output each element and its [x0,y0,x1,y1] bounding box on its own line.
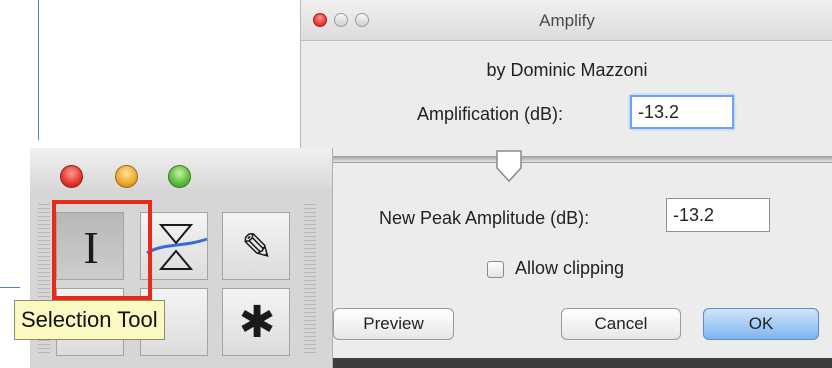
allow-clipping-label[interactable]: Allow clipping [515,258,624,279]
palette-grip-handle[interactable] [304,204,316,354]
amplification-slider-track[interactable] [331,156,832,163]
ok-button[interactable]: OK [703,308,819,340]
dialog-bottom-edge [301,358,832,368]
amplification-input[interactable] [630,95,734,129]
effect-author: by Dominic Mazzoni [486,60,648,80]
palette-titlebar[interactable] [30,148,332,190]
cancel-button[interactable]: Cancel [561,308,681,340]
zoom-window-button[interactable] [168,165,191,188]
amplification-slider-thumb[interactable] [494,148,524,184]
track-divider-line [38,0,39,140]
pencil-tool-icon: ✎ [241,225,273,269]
dialog-title: Amplify [539,11,595,30]
annotation-highlight-box [52,200,152,300]
preview-button[interactable]: Preview [333,308,454,340]
amplify-dialog: Amplify by Dominic Mazzoni Amplification… [300,0,832,368]
track-divider-line [0,287,20,288]
close-window-button[interactable] [60,165,83,188]
pencil-tool-button[interactable]: ✎ [222,212,290,280]
dialog-titlebar[interactable]: Amplify [301,0,832,41]
allow-clipping-checkbox[interactable] [487,261,504,278]
new-peak-label: New Peak Amplitude (dB): [379,208,590,228]
minimize-window-button[interactable] [115,165,138,188]
new-peak-input[interactable] [666,198,770,232]
selection-tool-tooltip: Selection Tool [14,300,165,340]
multi-tool-icon: ✱ [238,297,276,348]
multi-tool-button[interactable]: ✱ [222,288,290,356]
amplification-label: Amplification (dB): [417,104,564,124]
